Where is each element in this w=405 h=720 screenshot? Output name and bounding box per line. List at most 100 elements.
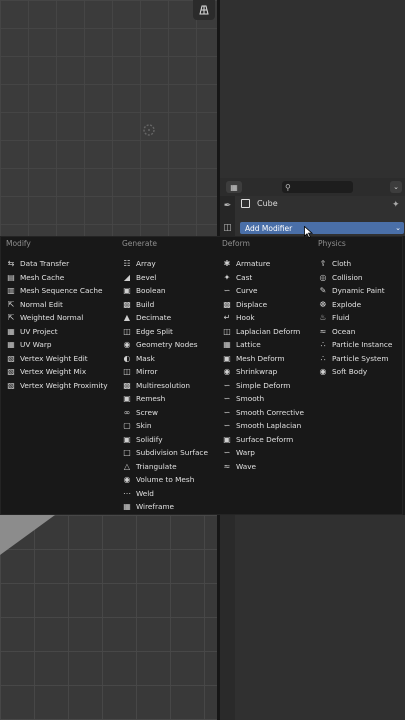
smooth-icon: ∽ (223, 394, 231, 404)
menu-item[interactable]: ▩ Multiresolution (122, 379, 208, 393)
menu-item-label: Solidify (136, 434, 163, 444)
menu-item-label: Displace (236, 299, 268, 309)
menu-item[interactable]: ∽ Curve (222, 284, 304, 298)
menu-item[interactable]: ▧ Vertex Weight Mix (6, 365, 108, 379)
menu-item[interactable]: ⋯ Weld (122, 487, 208, 501)
explode-icon: ☸ (319, 299, 327, 309)
menu-item[interactable]: ✱ Armature (222, 257, 304, 271)
menu-item[interactable]: ▣ Mesh Deform (222, 352, 304, 366)
menu-item[interactable]: ✦ Cast (222, 271, 304, 285)
properties-tab-strip-lower (220, 515, 235, 720)
menu-item[interactable]: ▣ Surface Deform (222, 433, 304, 447)
menu-item[interactable]: ◉ Soft Body (318, 365, 392, 379)
menu-item[interactable]: ✎ Dynamic Paint (318, 284, 392, 298)
menu-item-label: Array (136, 259, 156, 269)
smooth-icon: ∽ (223, 421, 231, 431)
menu-item[interactable]: ⇱ Weighted Normal (6, 311, 108, 325)
menu-item[interactable]: ∽ Smooth Laplacian (222, 419, 304, 433)
menu-item[interactable]: ∽ Warp (222, 446, 304, 460)
build-icon: ▩ (123, 299, 131, 309)
screw-icon: ∞ (123, 407, 131, 417)
menu-item[interactable]: ♨ Fluid (318, 311, 392, 325)
menu-item[interactable]: ▧ Vertex Weight Edit (6, 352, 108, 366)
menu-item[interactable]: ▤ Mesh Cache (6, 271, 108, 285)
tool-tab-icon[interactable]: ✒ (222, 201, 233, 212)
menu-item[interactable]: ▦ UV Warp (6, 338, 108, 352)
menu-item[interactable]: ∽ Smooth (222, 392, 304, 406)
menu-item[interactable]: ◢ Bevel (122, 271, 208, 285)
menu-item-label: Mesh Deform (236, 353, 285, 363)
menu-item[interactable]: ▦ Wireframe (122, 500, 208, 514)
menu-item[interactable]: ∴ Particle Instance (318, 338, 392, 352)
menu-item[interactable]: ▣ Boolean (122, 284, 208, 298)
add-modifier-button[interactable]: Add Modifier ⌄ (240, 222, 404, 234)
menu-item[interactable]: ◫ Mirror (122, 365, 208, 379)
fluid-icon: ♨ (319, 313, 327, 323)
menu-item-label: Weighted Normal (20, 313, 84, 323)
menu-item[interactable]: ▧ Vertex Weight Proximity (6, 379, 107, 393)
editor-type-button[interactable]: ▦ (226, 181, 242, 193)
menu-item-label: UV Project (20, 326, 58, 336)
vertex-weight-icon: ▧ (7, 367, 15, 377)
options-dropdown-icon[interactable]: ⌄ (390, 181, 402, 193)
menu-item-label: Screw (136, 407, 158, 417)
pin-icon[interactable]: ✦ (392, 200, 400, 210)
object-icon (241, 199, 250, 208)
viewport-grid-icon[interactable] (193, 0, 215, 20)
menu-item[interactable]: ▲ Decimate (122, 311, 208, 325)
menu-item[interactable]: ◉ Geometry Nodes (122, 338, 208, 352)
menu-item[interactable]: ▩ Displace (222, 298, 304, 312)
menu-item[interactable]: ◫ Laplacian Deform (222, 325, 304, 339)
menu-item-label: Wave (236, 461, 257, 471)
menu-item-label: Volume to Mesh (136, 475, 195, 485)
menu-item[interactable]: ☦ Cloth (318, 257, 392, 271)
menu-item[interactable]: ◫ Edge Split (122, 325, 208, 339)
menu-item[interactable]: ◉ Shrinkwrap (222, 365, 304, 379)
menu-item-label: Decimate (136, 313, 172, 323)
menu-item-label: Dynamic Paint (332, 286, 385, 296)
cloth-icon: ☦ (320, 259, 326, 269)
menu-item[interactable]: ∽ Smooth Corrective (222, 406, 304, 420)
menu-item[interactable]: ⇱ Normal Edit (6, 298, 108, 312)
menu-item[interactable]: ▣ Solidify (122, 433, 208, 447)
menu-item[interactable]: ◐ Mask (122, 352, 208, 366)
menu-item[interactable]: ▩ Build (122, 298, 208, 312)
menu-item-label: Subdivision Surface (136, 448, 208, 458)
collision-icon: ◎ (319, 272, 327, 282)
menu-item[interactable]: ▣ Remesh (122, 392, 208, 406)
menu-item[interactable]: ▢ Skin (122, 419, 208, 433)
menu-item[interactable]: ↵ Hook (222, 311, 304, 325)
menu-item-label: Geometry Nodes (136, 340, 198, 350)
menu-column-title: Deform (222, 239, 250, 248)
menu-item-label: Data Transfer (20, 259, 70, 269)
menu-item[interactable]: ☸ Explode (318, 298, 392, 312)
menu-item[interactable]: ▦ UV Project (6, 325, 108, 339)
menu-item-label: Normal Edit (20, 299, 63, 309)
menu-item[interactable]: □ Subdivision Surface (122, 446, 208, 460)
menu-item-label: Smooth Corrective (236, 407, 304, 417)
menu-item[interactable]: ≈ Wave (222, 460, 304, 474)
menu-item[interactable]: ≈ Ocean (318, 325, 392, 339)
render-tab-icon[interactable]: ◫ (222, 223, 233, 234)
menu-item[interactable]: △ Triangulate (122, 460, 208, 474)
properties-search-input[interactable]: ⚲ (282, 181, 353, 193)
menu-item[interactable]: ▦ Lattice (222, 338, 304, 352)
menu-item[interactable]: ☷ Array (122, 257, 208, 271)
mirror-icon: ◫ (123, 367, 131, 377)
mask-icon: ◐ (123, 353, 131, 363)
menu-item-label: Wireframe (136, 502, 175, 512)
menu-item-label: Fluid (332, 313, 350, 323)
menu-item[interactable]: ◎ Collision (318, 271, 392, 285)
menu-item-label: Simple Deform (236, 380, 291, 390)
menu-item[interactable]: ∞ Screw (122, 406, 208, 420)
menu-item[interactable]: ⇆ Data Transfer (6, 257, 108, 271)
menu-item[interactable]: ∴ Particle System (318, 352, 392, 366)
menu-item-label: UV Warp (20, 340, 52, 350)
menu-item-label: Hook (236, 313, 255, 323)
menu-item[interactable]: ▥ Mesh Sequence Cache (6, 284, 108, 298)
menu-item[interactable]: ∽ Simple Deform (222, 379, 304, 393)
boolean-icon: ▣ (123, 286, 131, 296)
menu-item[interactable]: ◉ Volume to Mesh (122, 473, 208, 487)
menu-item-label: Build (136, 299, 155, 309)
menu-item-label: Triangulate (136, 461, 177, 471)
